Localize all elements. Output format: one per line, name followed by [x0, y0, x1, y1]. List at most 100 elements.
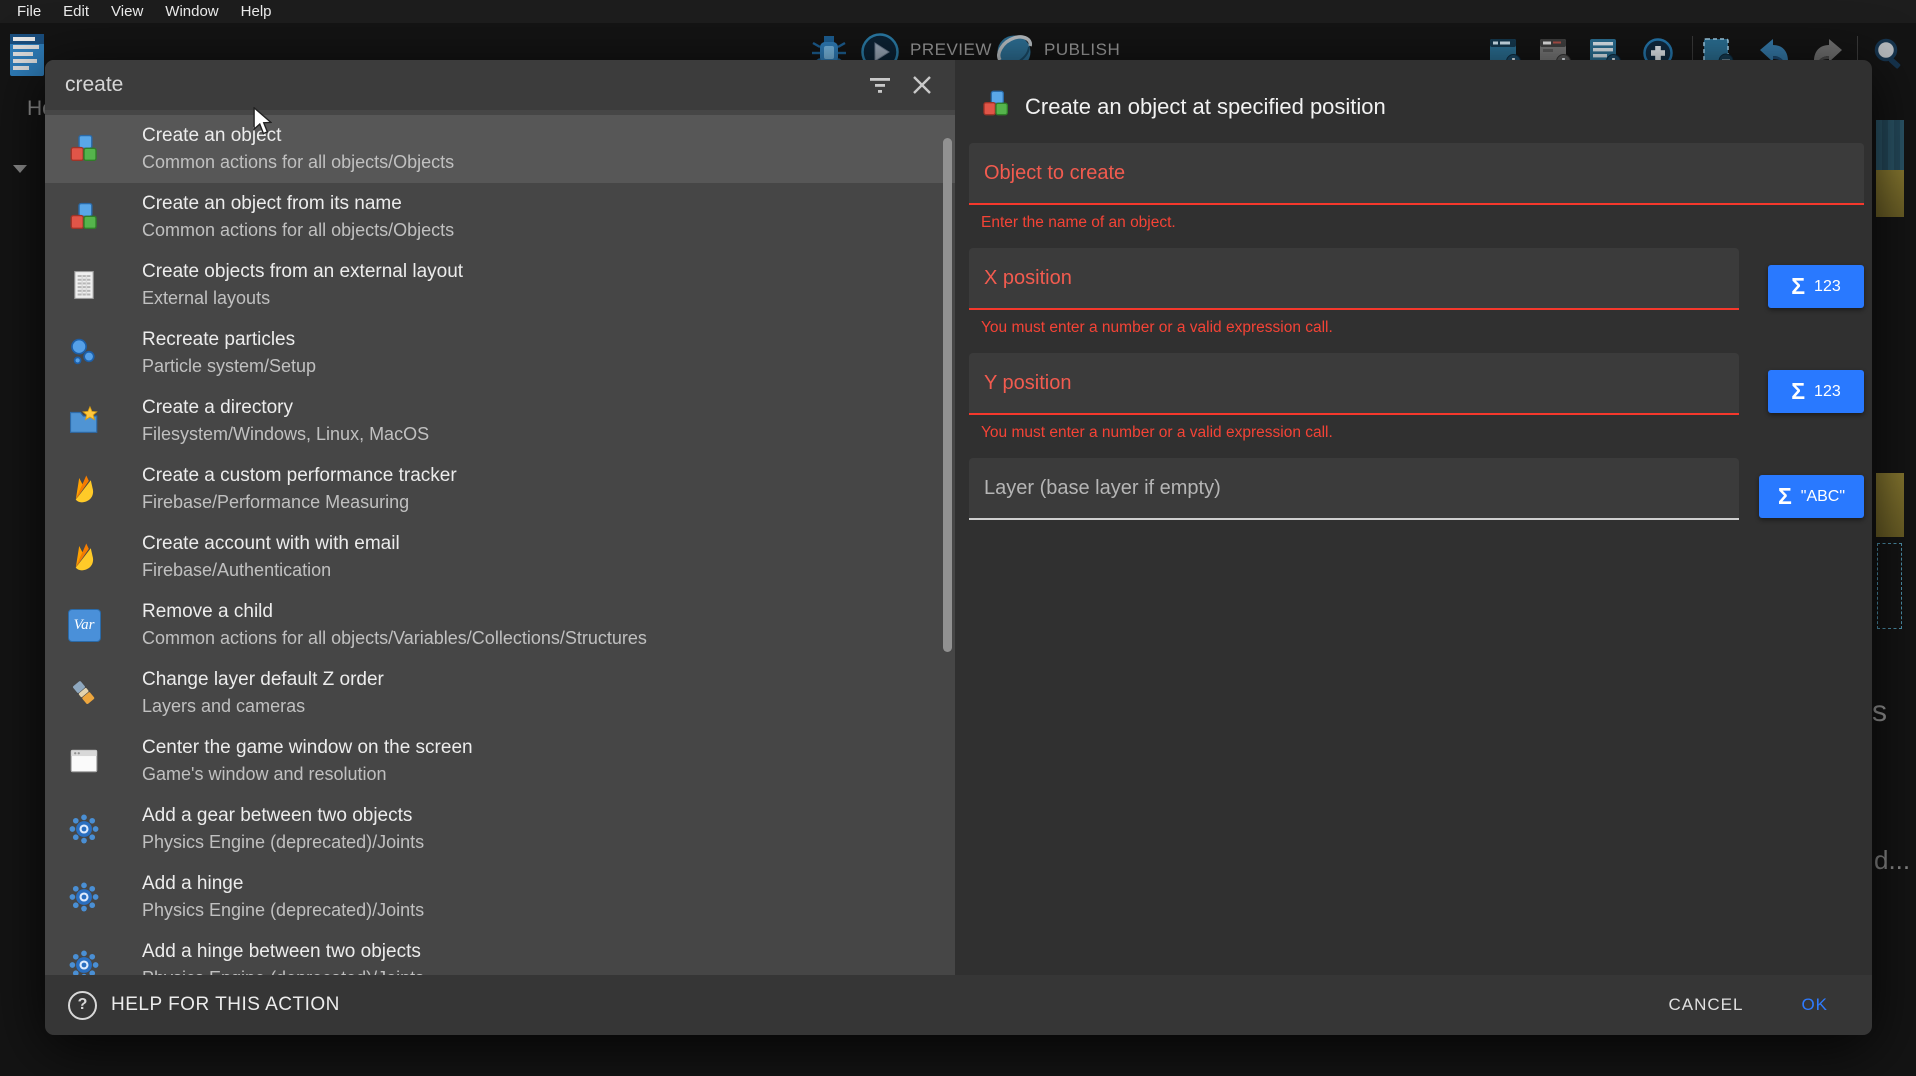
action-item-title: Create a custom performance tracker — [142, 465, 457, 487]
parameter-field-block: Y position Σ 123 You must enter a number… — [969, 353, 1864, 443]
parameter-text-field[interactable]: Object to create — [969, 143, 1864, 205]
filter-icon[interactable] — [867, 72, 893, 98]
action-item-title: Recreate particles — [142, 329, 316, 351]
action-list-item[interactable]: Create a directory Filesystem/Windows, L… — [45, 387, 955, 455]
menu-item-edit[interactable]: Edit — [52, 3, 100, 20]
action-list: Create an object Common actions for all … — [45, 110, 955, 975]
parameter-helper-text: You must enter a number or a valid expre… — [981, 424, 1864, 443]
parameter-field-label: Layer (base layer if empty) — [984, 477, 1221, 500]
home-tab[interactable]: Ho — [27, 97, 47, 121]
action-item-title: Add a hinge — [142, 873, 424, 895]
expression-type-label: "ABC" — [1801, 488, 1845, 506]
menu-item-help[interactable]: Help — [230, 3, 283, 20]
menu-item-window[interactable]: Window — [154, 3, 229, 20]
action-item-subtitle: Filesystem/Windows, Linux, MacOS — [142, 424, 429, 445]
expression-builder-button[interactable]: Σ 123 — [1768, 370, 1864, 413]
search-input[interactable]: create — [65, 73, 851, 97]
sigma-icon: Σ — [1791, 380, 1805, 403]
action-item-subtitle: Physics Engine (deprecated)/Joints — [142, 968, 424, 975]
parameter-helper-text: Enter the name of an object. — [981, 214, 1864, 233]
parameter-text-field[interactable]: Y position — [969, 353, 1739, 415]
objects-cubes-icon — [67, 132, 101, 166]
window-icon — [67, 744, 101, 778]
gear-icon — [67, 880, 101, 914]
project-manager-icon[interactable] — [8, 30, 48, 85]
expression-type-label: 123 — [1814, 278, 1841, 296]
parameter-text-field[interactable]: X position — [969, 248, 1739, 310]
action-list-item[interactable]: Change layer default Z order Layers and … — [45, 659, 955, 727]
action-item-subtitle: Particle system/Setup — [142, 356, 316, 377]
firebase-flame-icon — [67, 540, 101, 574]
action-list-item[interactable]: Add a hinge between two objects Physics … — [45, 931, 955, 975]
parameter-field-label: Object to create — [984, 162, 1125, 185]
action-item-subtitle: Firebase/Authentication — [142, 560, 400, 581]
menubar: FileEditViewWindowHelp — [0, 0, 1916, 23]
z-order-icon — [67, 676, 101, 710]
cancel-button[interactable]: CANCEL — [1662, 994, 1749, 1016]
fields-container: Object to create Enter the name of an ob… — [969, 143, 1864, 563]
action-list-item[interactable]: Create an object from its name Common ac… — [45, 183, 955, 251]
action-item-subtitle: Layers and cameras — [142, 696, 384, 717]
menu-item-view[interactable]: View — [100, 3, 154, 20]
folder-star-icon — [67, 404, 101, 438]
action-list-item[interactable]: Center the game window on the screen Gam… — [45, 727, 955, 795]
expression-builder-button[interactable]: Σ "ABC" — [1759, 475, 1864, 518]
parameter-field-block: Layer (base layer if empty) Σ "ABC" — [969, 458, 1864, 548]
action-list-item[interactable]: Create an object Common actions for all … — [45, 115, 955, 183]
list-scrollbar[interactable] — [943, 138, 952, 652]
action-item-subtitle: Game's window and resolution — [142, 764, 473, 785]
help-icon: ? — [68, 991, 97, 1020]
action-item-subtitle: Common actions for all objects/Variables… — [142, 628, 647, 649]
parameter-text-field[interactable]: Layer (base layer if empty) — [969, 458, 1739, 520]
action-list-item[interactable]: Add a hinge Physics Engine (deprecated)/… — [45, 863, 955, 931]
action-item-title: Create account with with email — [142, 533, 400, 555]
preview-button[interactable]: PREVIEW — [910, 40, 992, 60]
ok-button[interactable]: OK — [1795, 994, 1834, 1016]
background-text: s — [1872, 695, 1887, 729]
expression-builder-button[interactable]: Σ 123 — [1768, 265, 1864, 308]
action-item-subtitle: Common actions for all objects/Objects — [142, 152, 454, 173]
action-list-item[interactable]: Create objects from an external layout E… — [45, 251, 955, 319]
action-item-subtitle: Physics Engine (deprecated)/Joints — [142, 900, 424, 921]
action-item-title: Add a gear between two objects — [142, 805, 424, 827]
action-item-subtitle: External layouts — [142, 288, 463, 309]
action-item-title: Change layer default Z order — [142, 669, 384, 691]
action-editor-dialog: create Create an objec — [45, 60, 1872, 1035]
parameter-field-label: X position — [984, 267, 1072, 290]
search-tool-icon[interactable] — [1868, 36, 1908, 77]
dropdown-arrow-icon[interactable] — [13, 165, 27, 180]
action-item-title: Create an object — [142, 125, 454, 147]
sigma-icon: Σ — [1791, 275, 1805, 298]
search-bar[interactable]: create — [45, 60, 955, 110]
action-list-item[interactable]: Add a gear between two objects Physics E… — [45, 795, 955, 863]
gear-icon — [67, 812, 101, 846]
background-text: d... — [1874, 845, 1910, 876]
parameter-field-block: Object to create Enter the name of an ob… — [969, 143, 1864, 233]
objects-cubes-icon — [67, 200, 101, 234]
parameter-field-block: X position Σ 123 You must enter a number… — [969, 248, 1864, 338]
particles-icon — [67, 336, 101, 370]
var-badge-icon: Var — [67, 608, 101, 642]
objects-cubes-icon — [980, 88, 1012, 125]
expression-type-label: 123 — [1814, 383, 1841, 401]
help-button[interactable]: ? HELP FOR THIS ACTION — [62, 990, 346, 1021]
spreadsheet-icon — [67, 268, 101, 302]
close-icon[interactable] — [909, 72, 935, 98]
sigma-icon: Σ — [1778, 485, 1792, 508]
action-search-pane: create Create an objec — [45, 60, 955, 975]
scene-object-teal — [1876, 120, 1904, 170]
action-item-subtitle: Firebase/Performance Measuring — [142, 492, 457, 513]
menu-item-file[interactable]: File — [6, 3, 52, 20]
action-list-item[interactable]: Var Remove a child Common actions for al… — [45, 591, 955, 659]
dialog-footer: ? HELP FOR THIS ACTION CANCEL OK — [45, 975, 1872, 1035]
action-list-item[interactable]: Recreate particles Particle system/Setup — [45, 319, 955, 387]
action-item-title: Remove a child — [142, 601, 647, 623]
action-list-item[interactable]: Create a custom performance tracker Fire… — [45, 455, 955, 523]
action-list-item[interactable]: Create account with with email Firebase/… — [45, 523, 955, 591]
action-item-title: Create a directory — [142, 397, 429, 419]
app-window: FileEditViewWindowHelp — [0, 0, 1916, 1076]
selection-dashed-box — [1877, 543, 1902, 629]
publish-button[interactable]: PUBLISH — [1044, 40, 1120, 60]
scene-object-gold — [1876, 473, 1904, 537]
action-parameters-pane: Create an object at specified position O… — [955, 60, 1872, 975]
